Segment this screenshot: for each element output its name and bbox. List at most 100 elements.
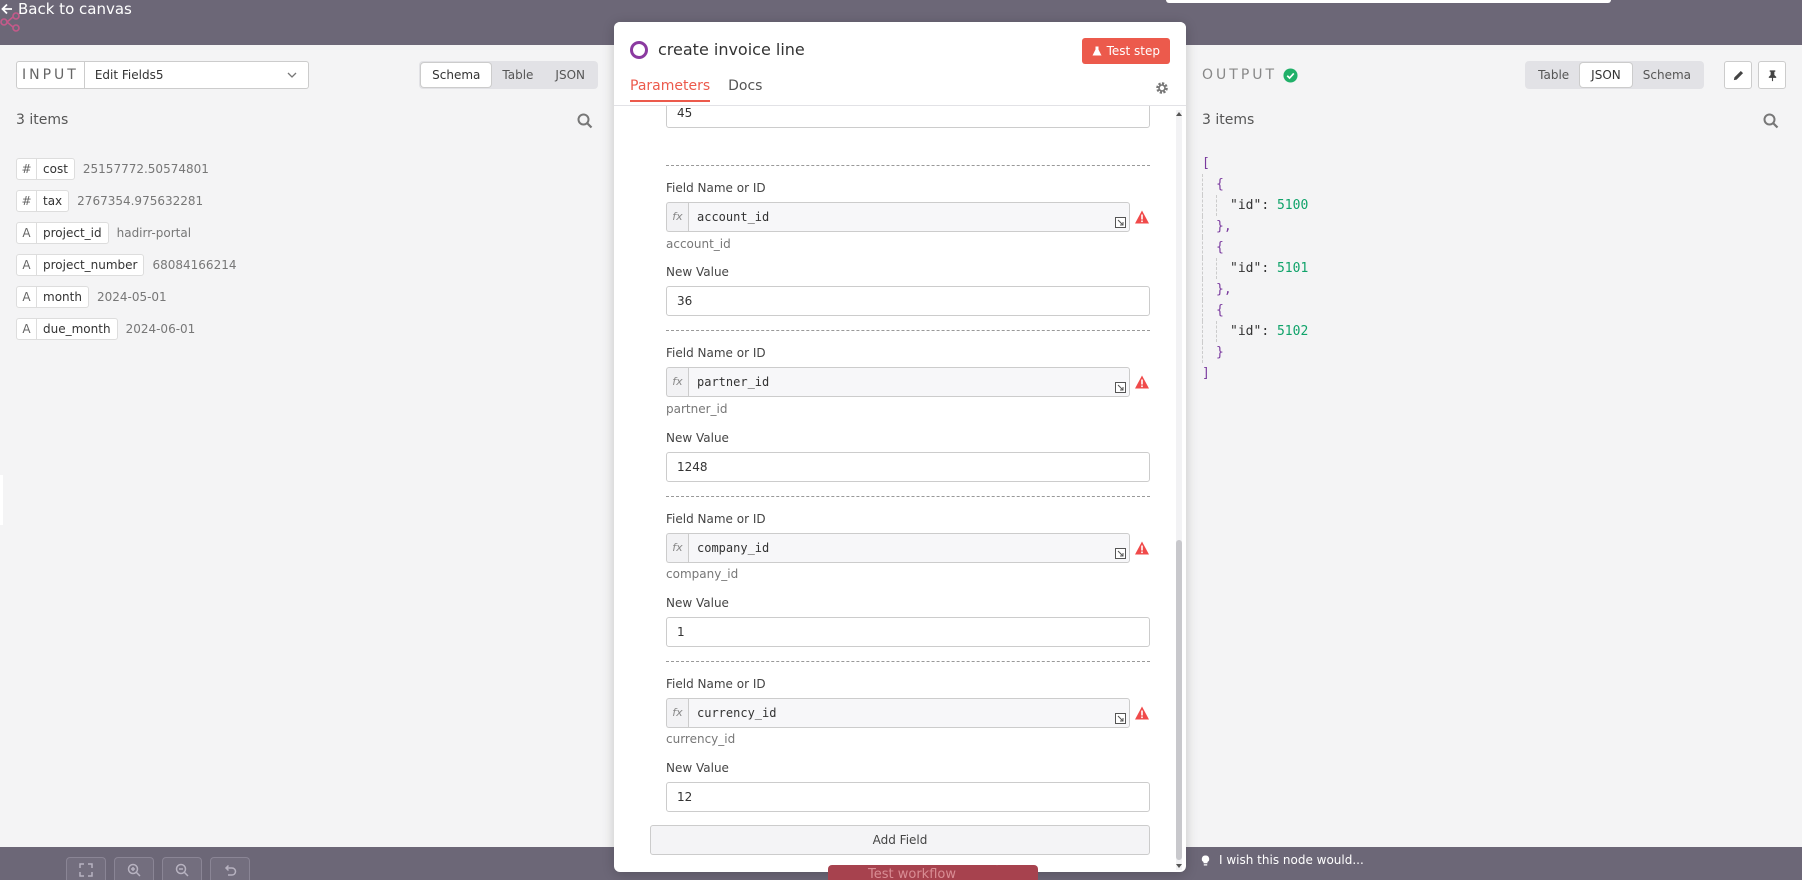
schema-field-pill[interactable]: Amonth [16,286,89,308]
expand-icon[interactable] [1115,713,1126,724]
schema-field-key: month [43,290,82,304]
node-title[interactable]: create invoice line [658,40,805,59]
new-value-label: New Value [666,596,729,610]
warning-icon [1135,706,1149,720]
json-output: [ { "id": 5100 }, { "id": 5101 }, { "id"… [1202,156,1309,381]
undo-button[interactable] [210,857,250,880]
test-step-button[interactable]: Test step [1081,38,1170,64]
zoom-in-icon [127,863,141,877]
new-value-label: New Value [666,761,729,775]
scroll-up-icon[interactable] [1174,110,1184,118]
chevron-down-icon [287,72,297,78]
expression-editor[interactable]: company_id [688,533,1130,563]
clear-execution-button[interactable] [994,865,1038,880]
input-view-table[interactable]: Table [491,63,544,87]
back-to-canvas-link[interactable]: Back to canvas [0,0,132,18]
fit-view-icon [79,863,93,877]
output-view-schema[interactable]: Schema [1632,63,1702,87]
input-pane: INPUT Edit Fields5 Schema Table JSON 3 i… [0,45,614,847]
schema-field-pill[interactable]: # tax [16,190,70,212]
zoom-in-button[interactable] [114,857,154,880]
expand-icon[interactable] [1115,382,1126,393]
input-view-schema[interactable]: Schema [421,63,492,87]
schema-row: Aproject_number 68084166214 [16,249,236,281]
schema-field-value: 2024-06-01 [125,322,196,336]
field-name-expression[interactable]: fx company_id [666,533,1130,563]
output-view-json[interactable]: JSON [1580,63,1632,87]
search-icon[interactable] [1762,112,1780,130]
input-items-count: 3 items [16,112,69,128]
schema-field-pill[interactable]: Aproject_number [16,254,145,276]
field-hint: account_id [666,237,731,251]
feedback-link[interactable]: I wish this node would... [1200,853,1364,867]
new-value-input[interactable]: 12 [666,782,1150,812]
input-node-select[interactable]: Edit Fields5 [84,61,309,89]
schema-row: Aproject_id hadirr-portal [16,217,236,249]
tab-parameters[interactable]: Parameters [630,78,711,102]
schema-row: Amonth 2024-05-01 [16,281,236,313]
schema-field-value: 25157772.50574801 [82,162,209,176]
expression-text: partner_id [697,375,770,389]
fx-icon: fx [666,533,688,563]
pencil-icon [1733,70,1743,80]
node-type-icon [630,41,648,59]
input-view-json[interactable]: JSON [544,63,596,87]
string-type-icon: A [17,287,37,307]
field-name-expression[interactable]: fx account_id [666,202,1130,232]
expression-editor[interactable]: currency_id [688,698,1130,728]
field-divider [666,496,1150,497]
json-key: "id" [1230,198,1262,213]
zoom-out-button[interactable] [162,857,202,880]
output-items-count: 3 items [1202,112,1255,128]
flask-icon [1092,46,1102,56]
gear-icon[interactable] [1154,80,1170,96]
schema-field-pill[interactable]: Aproject_id [16,222,109,244]
field-name-expression[interactable]: fx currency_id [666,698,1130,728]
output-view-toggle: Table JSON Schema [1525,61,1704,89]
schema-row: # cost 25157772.50574801 [16,153,236,185]
pin-icon [1768,69,1776,81]
test-step-label: Test step [1106,44,1160,58]
field-name-label: Field Name or ID [666,512,766,526]
scrollbar-thumb[interactable] [1176,540,1182,860]
parameters-scrollbar[interactable] [1174,110,1184,870]
fit-view-button[interactable] [66,857,106,880]
expand-icon[interactable] [1115,548,1126,559]
new-value-input[interactable]: 36 [666,286,1150,316]
schema-field-pill[interactable]: Adue_month [16,318,118,340]
pin-data-button[interactable] [1758,61,1786,89]
expand-icon[interactable] [1115,217,1126,228]
warning-icon [1135,375,1149,389]
field-divider [666,165,1150,166]
field-hint: company_id [666,567,739,581]
schema-field-pill[interactable]: # cost [16,158,75,180]
fx-icon: fx [666,202,688,232]
node-parameters-panel: 45 Field Name or ID fx account_id accoun… [614,22,1186,872]
field-name-expression[interactable]: fx partner_id [666,367,1130,397]
arrow-left-icon [1,3,12,15]
edit-output-button[interactable] [1724,61,1752,89]
back-to-canvas-label: Back to canvas [18,0,132,18]
input-view-toggle: Schema Table JSON [419,61,598,89]
schema-row: Adue_month 2024-06-01 [16,313,236,345]
new-value-input[interactable]: 1248 [666,452,1150,482]
new-value-input[interactable]: 1 [666,617,1150,647]
warning-icon [1135,210,1149,224]
feedback-label: I wish this node would... [1219,853,1364,867]
test-workflow-button[interactable]: Test workflow [828,865,1000,880]
field-name-label: Field Name or ID [666,677,766,691]
parameters-tabs: Parameters Docs [630,78,762,102]
tab-docs[interactable]: Docs [728,78,762,102]
output-view-table[interactable]: Table [1527,63,1580,87]
schema-field-key: project_id [43,226,102,240]
schema-field-key: project_number [43,258,138,272]
schema-field-key: tax [43,194,63,208]
schema-field-key: cost [43,162,68,176]
input-header: INPUT Edit Fields5 Schema Table JSON [16,61,598,89]
expression-editor[interactable]: account_id [688,202,1130,232]
field-name-label: Field Name or ID [666,346,766,360]
json-value: 5101 [1276,261,1309,276]
search-icon[interactable] [576,112,594,130]
expression-editor[interactable]: partner_id [688,367,1130,397]
fx-icon: fx [666,367,688,397]
